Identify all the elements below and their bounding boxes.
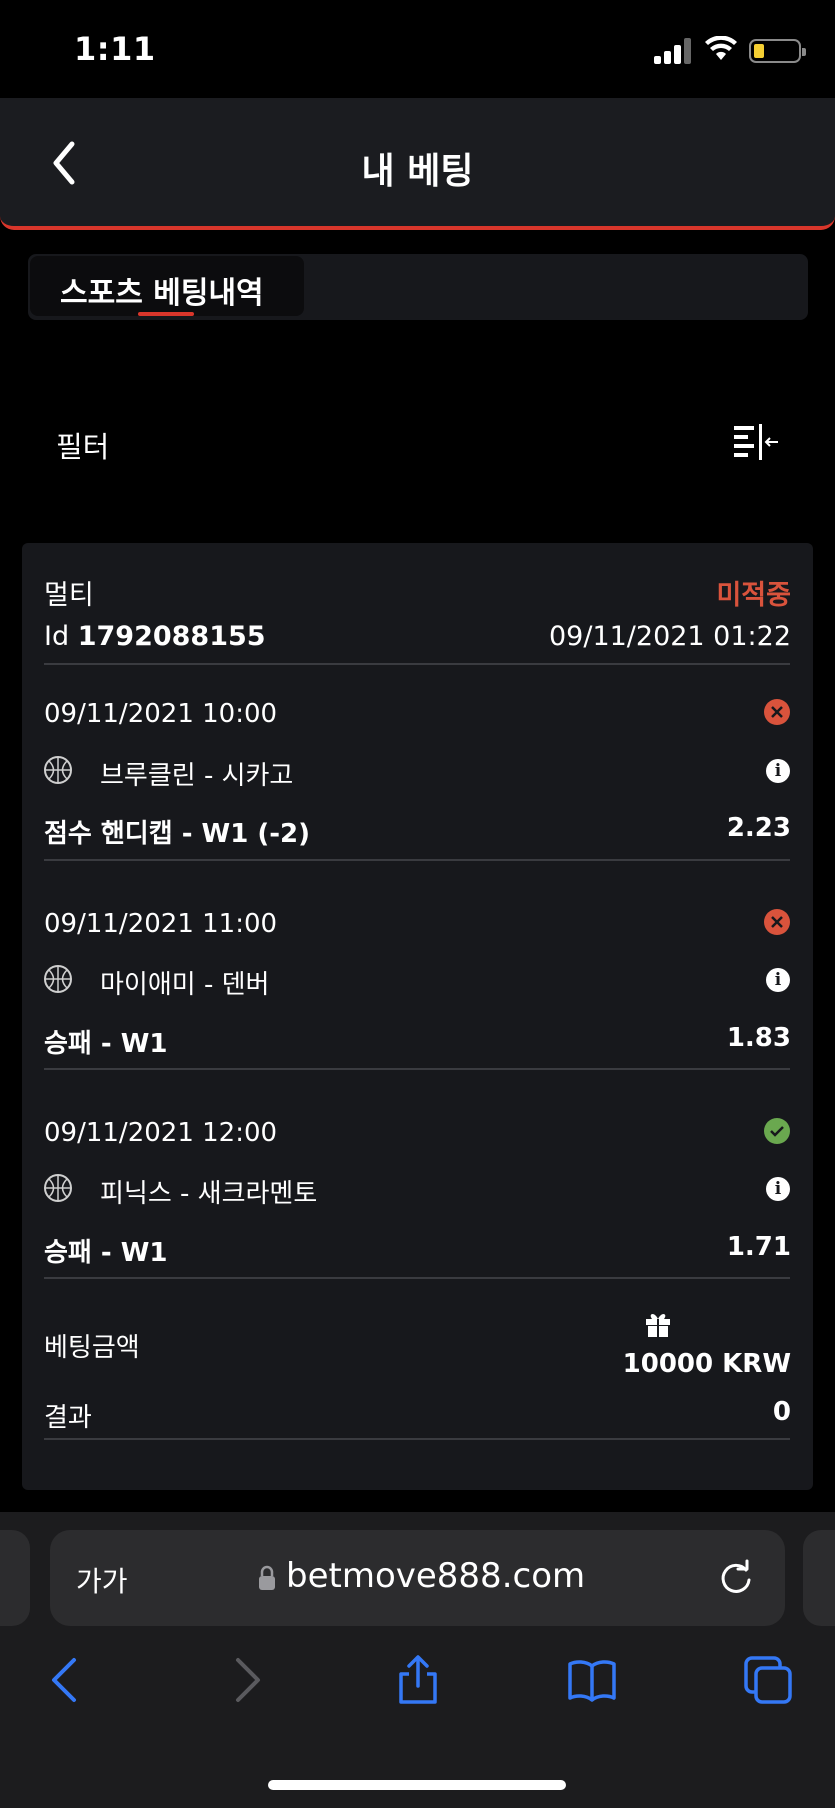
bet-placed-at: 09/11/2021 01:22 — [548, 621, 791, 652]
bet-card: 멀티 미적중 Id 1792088155 09/11/2021 01:22 09… — [22, 543, 813, 1490]
cellular-signal-icon — [654, 38, 692, 64]
next-tab-preview[interactable] — [803, 1530, 835, 1626]
divider — [44, 1277, 790, 1279]
previous-tab-preview[interactable] — [0, 1530, 30, 1626]
tabs-bar: 스포츠 베팅내역 — [28, 254, 808, 320]
reload-icon[interactable] — [716, 1558, 756, 1598]
home-indicator[interactable] — [268, 1780, 566, 1790]
info-icon[interactable]: i — [766, 1177, 790, 1201]
selection-datetime: 09/11/2021 10:00 — [44, 699, 278, 729]
browser-forward-icon[interactable] — [218, 1654, 270, 1706]
text-size-button[interactable]: 가가 — [76, 1560, 128, 1600]
divider — [44, 1068, 790, 1070]
tab-label: 스포츠 베팅내역 — [60, 276, 264, 311]
basketball-icon — [44, 756, 72, 784]
browser-back-icon[interactable] — [42, 1654, 94, 1706]
url-bar[interactable]: 가가 betmove888.com — [50, 1530, 785, 1626]
tab-active-indicator — [138, 312, 194, 316]
bet-id-label: Id — [44, 621, 70, 652]
selection-odds: 1.83 — [726, 1023, 791, 1053]
selection-market: 승패 - W1 — [44, 1238, 168, 1268]
battery-icon — [749, 39, 806, 63]
bet-type: 멀티 — [44, 580, 94, 611]
selection-market: 승패 - W1 — [44, 1029, 168, 1059]
info-icon[interactable]: i — [766, 759, 790, 783]
selection-datetime: 09/11/2021 12:00 — [44, 1118, 278, 1148]
stake-label: 베팅금액 — [44, 1333, 140, 1363]
won-icon — [764, 1118, 790, 1144]
selection-odds: 2.23 — [726, 813, 791, 843]
selection-teams: 브루클린 - 시카고 — [100, 761, 294, 791]
divider — [44, 859, 790, 861]
lost-icon — [764, 699, 790, 725]
selection-teams: 피닉스 - 새크라멘토 — [100, 1179, 318, 1209]
selection-teams: 마이애미 - 덴버 — [100, 970, 270, 1000]
status-bar: 1:11 — [0, 0, 835, 98]
filter-toggle-icon[interactable] — [732, 422, 780, 462]
share-icon[interactable] — [392, 1654, 444, 1706]
selection-odds: 1.71 — [726, 1232, 791, 1262]
bet-id-row: Id 1792088155 — [44, 621, 266, 652]
result-value: 0 — [772, 1397, 791, 1427]
app-header: 내 베팅 — [0, 98, 835, 230]
status-time: 1:11 — [74, 30, 156, 68]
basketball-icon — [44, 1174, 72, 1202]
gift-icon — [646, 1314, 670, 1337]
stake-amount: 10000 KRW — [622, 1349, 791, 1379]
divider — [44, 1438, 790, 1440]
selection-datetime: 09/11/2021 11:00 — [44, 909, 278, 939]
bet-id: 1792088155 — [77, 621, 266, 652]
selection-market: 점수 핸디캡 - W1 (-2) — [44, 819, 311, 849]
wifi-icon — [705, 36, 737, 60]
status-badge: 미적중 — [716, 580, 791, 611]
divider — [44, 663, 790, 665]
result-label: 결과 — [44, 1403, 92, 1433]
lost-icon — [764, 909, 790, 935]
tabs-icon[interactable] — [742, 1654, 794, 1706]
bookmarks-icon[interactable] — [566, 1654, 618, 1706]
lock-icon — [259, 1565, 275, 1590]
browser-chrome: 가가 betmove888.com — [0, 1512, 835, 1808]
info-icon[interactable]: i — [766, 968, 790, 992]
filter-label: 필터 — [56, 430, 110, 464]
url-text: betmove888.com — [286, 1556, 586, 1596]
tab-sports-bet-history[interactable]: 스포츠 베팅내역 — [30, 256, 304, 316]
basketball-icon — [44, 965, 72, 993]
page-title: 내 베팅 — [361, 151, 474, 192]
